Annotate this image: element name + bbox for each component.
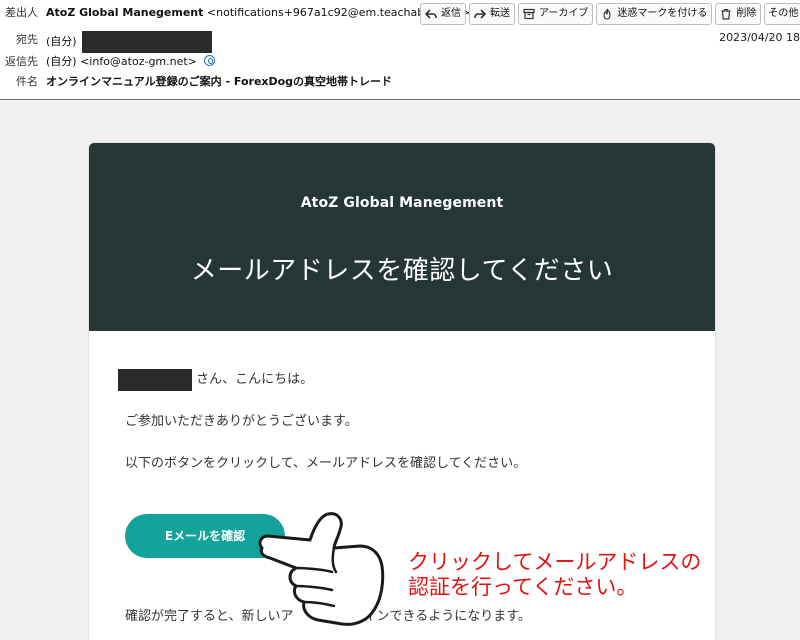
forward-icon xyxy=(473,7,487,21)
subject-label: 件名 xyxy=(16,75,38,88)
message-date: 2023/04/20 18 xyxy=(719,31,800,44)
annotation-text: クリックしてメールアドレスの 認証を行ってください。 xyxy=(408,550,701,600)
reply-icon xyxy=(424,7,438,21)
more-label: その他 xyxy=(768,8,799,19)
greeting-text: さん、こんにちは。 xyxy=(196,372,314,387)
from-label: 差出人 xyxy=(5,6,38,19)
archive-label: アーカイブ xyxy=(539,8,589,19)
contact-icon[interactable] xyxy=(204,55,216,66)
junk-label: 迷惑マークを付ける xyxy=(617,8,708,19)
thanks-text: ご参加いただきありがとうございます。 xyxy=(125,414,358,429)
annotation-line-1: クリックしてメールアドレスの xyxy=(408,550,702,574)
instruction-text: 以下のボタンをクリックして、メールアドレスを確認してください。 xyxy=(125,456,527,471)
email-banner: AtoZ Global Manegement メールアドレスを確認してください xyxy=(89,143,715,331)
archive-icon xyxy=(522,7,536,21)
email-headline: メールアドレスを確認してください xyxy=(190,256,614,286)
brand-name: AtoZ Global Manegement xyxy=(300,195,504,211)
pointing-hand-icon xyxy=(258,512,385,626)
to-self[interactable]: (自分) xyxy=(46,35,77,48)
to-value[interactable]: (自分) xyxy=(46,31,213,53)
forward-button[interactable]: 転送 xyxy=(469,3,515,25)
junk-icon xyxy=(600,7,614,21)
delete-label: 削除 xyxy=(736,8,757,19)
redacted-name xyxy=(118,368,192,391)
trash-icon xyxy=(719,7,733,21)
subject-value: オンラインマニュアル登録のご案内 - ForexDogの真空地帯トレード xyxy=(46,75,393,88)
archive-button[interactable]: アーカイブ xyxy=(518,3,594,25)
delete-button[interactable]: 削除 xyxy=(715,3,762,25)
replyto-value[interactable]: (自分) <info@atoz-gm.net> xyxy=(46,53,216,71)
annotation-line-2: 認証を行ってください。 xyxy=(408,575,638,599)
more-button[interactable]: その他 xyxy=(764,3,800,25)
message-header: 差出人 AtoZ Global Manegement <notification… xyxy=(0,0,800,100)
message-toolbar: 返信 転送 アーカイブ 迷惑マークを付ける 削除 その他 xyxy=(420,3,800,25)
replyto-address[interactable]: (自分) <info@atoz-gm.net> xyxy=(46,55,197,68)
junk-button[interactable]: 迷惑マークを付ける xyxy=(596,3,713,25)
greeting-line: さん、こんにちは。 xyxy=(118,368,314,391)
to-label: 宛先 xyxy=(16,33,38,46)
reply-label: 返信 xyxy=(441,8,461,19)
forward-label: 転送 xyxy=(490,8,510,19)
redacted-recipient xyxy=(82,31,213,53)
from-name[interactable]: AtoZ Global Manegement xyxy=(46,6,203,19)
replyto-label: 返信先 xyxy=(5,55,38,68)
reply-button[interactable]: 返信 xyxy=(420,3,466,25)
